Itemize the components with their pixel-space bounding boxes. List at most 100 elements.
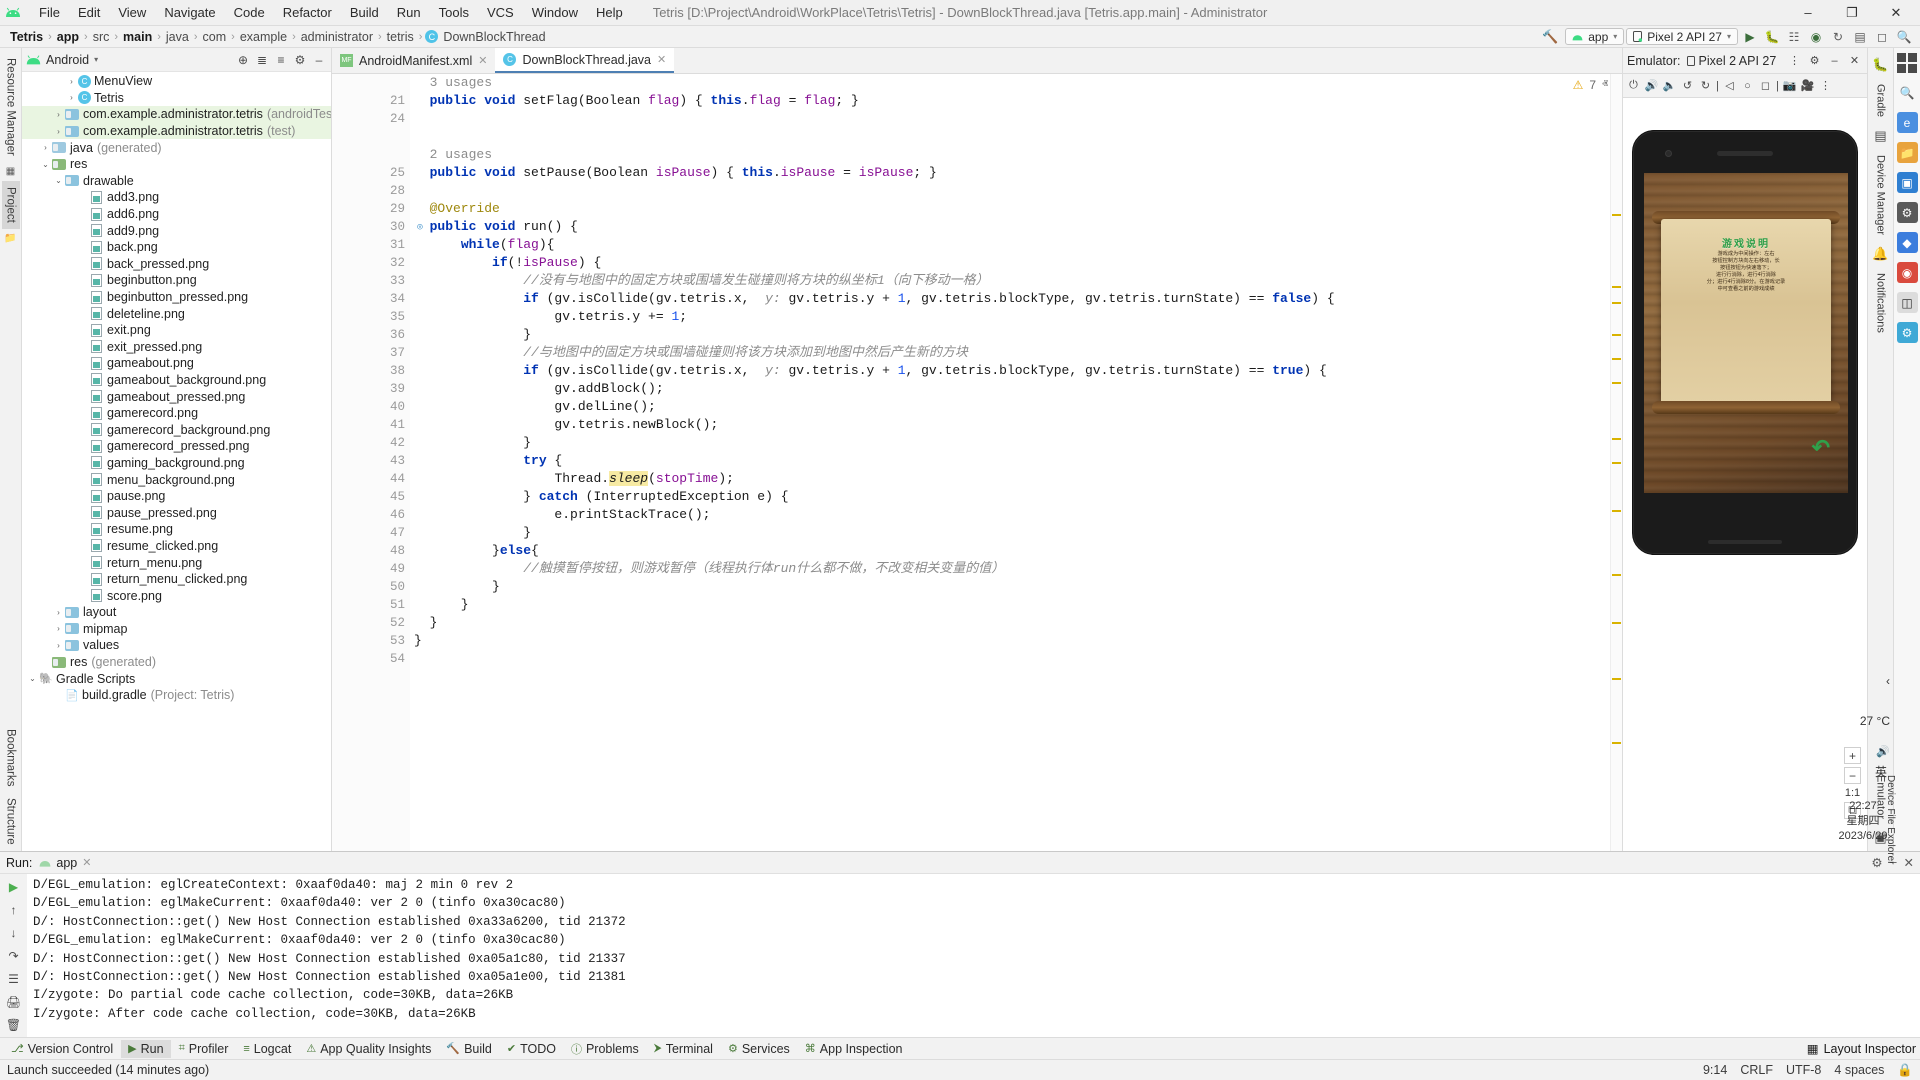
tree-row[interactable]: add6.png [22,206,331,223]
breadcrumb-example[interactable]: example [238,30,289,44]
tool-tab-terminal[interactable]: ⮞ Terminal [647,1040,720,1058]
code-line[interactable]: } [414,596,1622,614]
menu-navigate[interactable]: Navigate [155,2,224,23]
code-line[interactable]: gv.tetris.y += 1; [414,308,1622,326]
tree-row[interactable]: exit.png [22,322,331,339]
warning-marker[interactable] [1612,574,1621,576]
tree-row[interactable]: gameabout_pressed.png [22,388,331,405]
minimize-button[interactable]: – [1786,0,1830,26]
code-line[interactable]: } [414,524,1622,542]
breadcrumb-java[interactable]: java [164,30,191,44]
code-line[interactable]: if (gv.isCollide(gv.tetris.x, y: gv.tetr… [414,362,1622,380]
code-line[interactable] [414,128,1622,146]
store-icon[interactable]: ▣ [1897,172,1918,193]
tree-row[interactable]: › C Tetris [22,90,331,107]
code-line[interactable]: if(!isPause) { [414,254,1622,272]
return-arrow-icon[interactable]: ↶ [1812,435,1830,461]
code-line[interactable]: } catch (InterruptedException e) { [414,488,1622,506]
breadcrumb-app[interactable]: app [55,30,81,44]
code-line[interactable]: } [414,578,1622,596]
tree-row[interactable]: back.png [22,239,331,256]
tree-expand-arrow-icon[interactable]: › [65,93,78,102]
close-icon[interactable]: ✕ [657,53,666,66]
soft-wrap-icon[interactable]: ↷ [4,947,24,965]
code-line[interactable]: try { [414,452,1622,470]
device-file-explorer-tab[interactable]: Device File Explorer [1885,775,1896,864]
tree-row[interactable]: 📄 build.gradle (Project: Tetris) [22,687,331,704]
code-line[interactable]: } [414,434,1622,452]
zoom-in-button[interactable]: + [1844,747,1861,764]
menu-view[interactable]: View [109,2,155,23]
indent-setting[interactable]: 4 spaces [1834,1063,1884,1077]
menu-window[interactable]: Window [523,2,587,23]
warning-marker[interactable] [1612,438,1621,440]
breadcrumb-com[interactable]: com [201,30,229,44]
close-icon[interactable]: ✕ [1904,855,1914,870]
rerun-icon[interactable]: ▶ [4,878,24,896]
volume-down-icon[interactable]: 🔈 [1661,76,1678,96]
warning-marker[interactable] [1612,214,1621,216]
code-line[interactable]: }else{ [414,542,1622,560]
maximize-button[interactable]: ❐ [1830,0,1874,26]
tab-downblockthread-java[interactable]: C DownBlockThread.java ✕ [495,48,674,73]
code-line[interactable]: gv.addBlock(); [414,380,1622,398]
attach-debugger-icon[interactable]: ◉ [1806,28,1826,46]
code-line[interactable]: //没有与地图中的固定方块或围墙发生碰撞则将方块的纵坐标1（向下移动一格） [414,272,1622,290]
record-icon[interactable]: 🎥 [1799,76,1816,96]
tree-row[interactable]: › layout [22,604,331,621]
emulator-stage[interactable]: 游戏说明 游戏成为中间操作：左右 按钮控制方块向左右移动，长 按钮按钮为快速落下… [1623,98,1867,851]
tree-row[interactable]: score.png [22,587,331,604]
chevron-down-icon[interactable]: ▾ [94,55,98,64]
rotate-left-icon[interactable]: ↺ [1679,76,1696,96]
tool-tab-profiler[interactable]: ⌗ Profiler [172,1040,236,1058]
clear-all-icon[interactable]: 🗑 [4,1016,24,1034]
tree-row[interactable]: gamerecord_background.png [22,421,331,438]
code-line[interactable]: } [414,632,1622,650]
code-line[interactable]: } [414,614,1622,632]
sidebar-tab-device-manager[interactable]: Device Manager [1873,149,1889,241]
tree-row[interactable]: ⌄ res [22,156,331,173]
gear-icon[interactable]: ⚙ [1871,855,1882,870]
menu-run[interactable]: Run [388,2,430,23]
emulator-device-tab[interactable]: Pixel 2 API 27 [1687,54,1777,68]
tree-row[interactable]: res (generated) [22,654,331,671]
scroll-down-icon[interactable]: ↓ [4,924,24,942]
code-line[interactable]: //触摸暂停按钮，则游戏暂停（线程执行体run什么都不做，不改变相关变量的值） [414,560,1622,578]
project-tree[interactable]: › C MenuView › C Tetris › com.example.administr… [22,72,331,851]
warning-marker[interactable] [1612,622,1621,624]
tool-tab-version-control[interactable]: ⎇ Version Control [4,1040,120,1058]
tree-row[interactable]: resume_clicked.png [22,538,331,555]
warning-marker[interactable] [1612,358,1621,360]
settings-gear-icon[interactable]: ⚙ [1897,202,1918,223]
misc-app-icon[interactable]: ◫ [1897,292,1918,313]
tree-row[interactable]: › values [22,637,331,654]
tree-row[interactable]: resume.png [22,521,331,538]
sidebar-tab-gradle[interactable]: Gradle [1873,78,1889,123]
start-menu-icon[interactable] [1897,53,1917,73]
sidebar-tab-notifications[interactable]: Notifications [1873,267,1889,339]
code-line[interactable]: @Override [414,200,1622,218]
code-line[interactable] [414,182,1622,200]
tree-row[interactable]: deleteline.png [22,305,331,322]
menu-tools[interactable]: Tools [430,2,478,23]
run-configuration-selector[interactable]: app ▾ [1565,28,1624,45]
lock-icon[interactable]: 🔒 [1897,1063,1913,1078]
menu-help[interactable]: Help [587,2,632,23]
debug-icon[interactable]: 🐛 [1762,28,1782,46]
more-icon[interactable]: ⋮ [1817,76,1834,96]
select-opened-file-icon[interactable]: ⊕ [235,52,251,68]
search-icon[interactable]: 🔍 [1897,82,1918,103]
code-line[interactable]: Thread.sleep(stopTime); [414,470,1622,488]
breadcrumb-administrator[interactable]: administrator [299,30,375,44]
notifications-icon[interactable]: 🔔 [1870,241,1892,267]
code-content[interactable]: 3 usages public void setFlag(Boolean fla… [410,74,1622,851]
tab-androidmanifest-xml[interactable]: MF AndroidManifest.xml ✕ [332,48,495,73]
app-icon[interactable]: ◆ [1897,232,1918,253]
breadcrumb-file[interactable]: DownBlockThread [441,30,547,44]
tree-row[interactable]: add9.png [22,222,331,239]
code-line[interactable]: if (gv.isCollide(gv.tetris.x, y: gv.tetr… [414,290,1622,308]
tree-expand-arrow-icon[interactable]: › [52,641,65,650]
warning-marker[interactable] [1612,382,1621,384]
tree-expand-arrow-icon[interactable]: › [39,143,52,152]
warning-marker[interactable] [1612,742,1621,744]
